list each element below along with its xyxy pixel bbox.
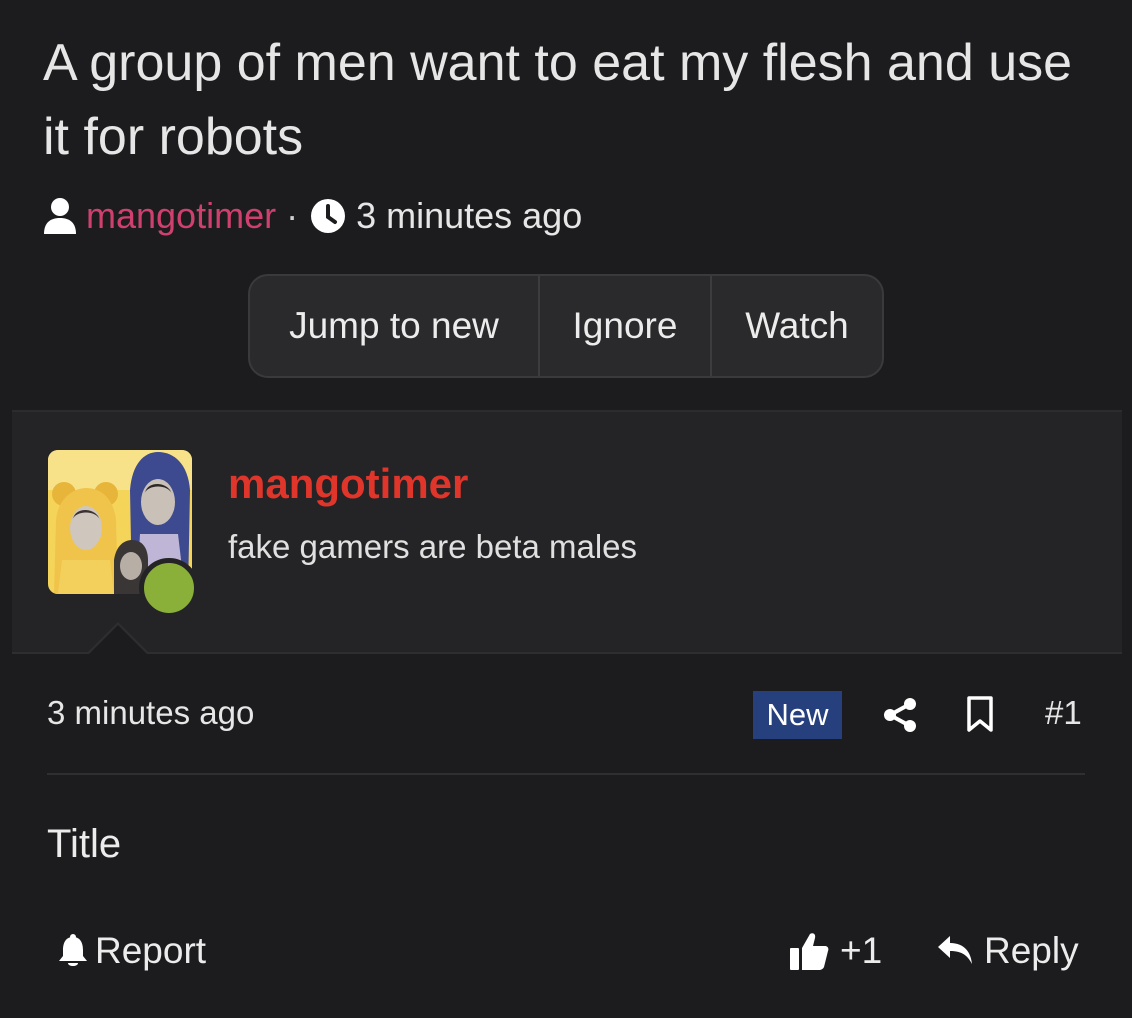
post-username[interactable]: mangotimer (228, 460, 468, 508)
thread-time: 3 minutes ago (356, 195, 583, 236)
like-count: +1 (840, 930, 883, 971)
ignore-button[interactable]: Ignore (540, 276, 712, 376)
post-pointer-fill (88, 625, 148, 655)
watch-button[interactable]: Watch (712, 276, 882, 376)
meta-separator: · (286, 195, 299, 236)
reply-label: Reply (984, 930, 1079, 971)
post-divider (47, 773, 1085, 775)
thread-meta: mangotimer · 3 minutes ago (42, 193, 582, 239)
thumbs-up-icon (790, 933, 829, 970)
post-number-link[interactable]: #1 (1045, 694, 1082, 732)
thread-page: A group of men want to eat my flesh and … (0, 0, 1132, 1018)
like-button[interactable]: +1 (788, 930, 882, 972)
bell-icon (59, 934, 87, 966)
thread-title: A group of men want to eat my flesh and … (43, 34, 1073, 166)
report-button[interactable]: Report (57, 930, 206, 972)
user-icon (44, 198, 76, 234)
post-body: Title (47, 822, 122, 866)
reply-icon (938, 936, 972, 964)
clock-icon (311, 199, 346, 233)
online-status-indicator (139, 558, 199, 618)
bookmark-icon[interactable] (966, 695, 994, 733)
report-label: Report (95, 930, 207, 971)
thread-author-link[interactable]: mangotimer (86, 195, 276, 237)
post-user-block: mangotimer fake gamers are beta males (12, 410, 1122, 654)
post-user-title: fake gamers are beta males (228, 528, 638, 565)
reply-button[interactable]: Reply (936, 930, 1079, 972)
thread-action-group: Jump to new Ignore Watch (248, 274, 884, 378)
jump-to-new-button[interactable]: Jump to new (250, 276, 540, 376)
post-time[interactable]: 3 minutes ago (47, 694, 254, 732)
new-badge: New (753, 691, 842, 739)
share-icon[interactable] (882, 697, 918, 733)
